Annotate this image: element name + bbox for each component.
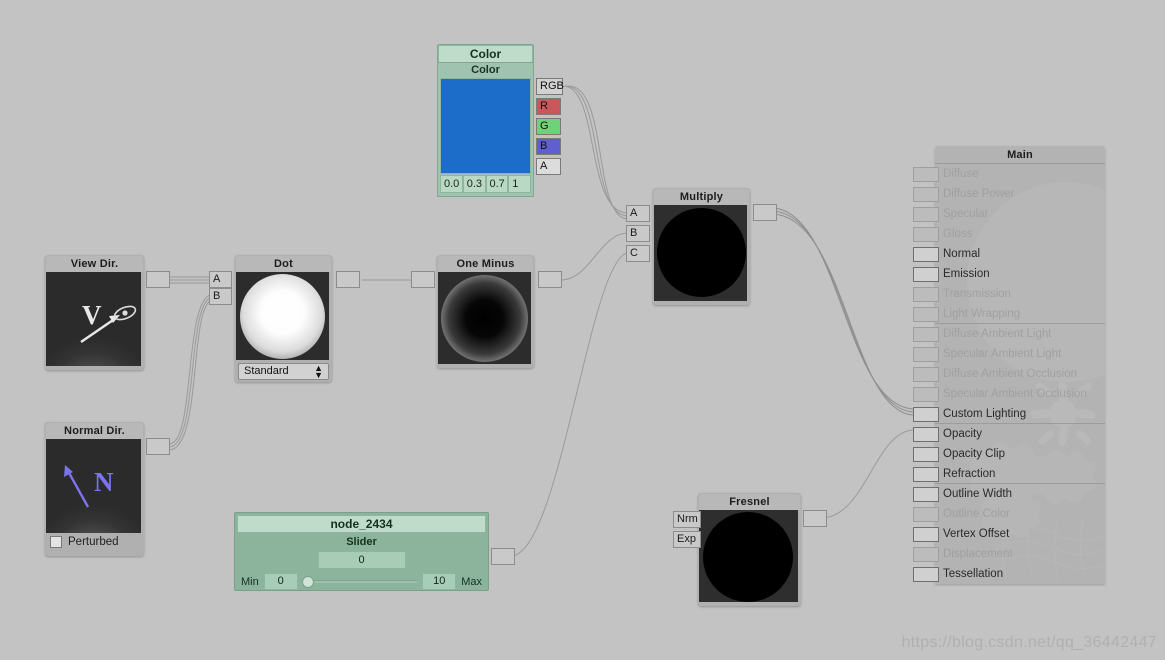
- color-value-g[interactable]: 0.3: [462, 175, 486, 193]
- slider-max-label: Max: [461, 575, 482, 588]
- multiply-input-c[interactable]: C: [626, 245, 650, 262]
- slider-subtitle: Slider: [346, 536, 377, 548]
- normal-dir-node[interactable]: Normal Dir. N Perturbed: [45, 422, 144, 556]
- one-minus-node[interactable]: One Minus: [437, 255, 534, 368]
- view-dir-output-socket[interactable]: [146, 271, 170, 288]
- color-value-r[interactable]: 0.0: [440, 175, 463, 193]
- dot-title: Dot: [236, 256, 331, 272]
- main-row-transmission[interactable]: Transmission: [935, 284, 1105, 304]
- view-dir-preview: V: [46, 272, 141, 366]
- main-node-title: Main: [935, 146, 1105, 164]
- slider-node[interactable]: node_2434 Slider 0 Min 0 10 Max: [234, 512, 489, 591]
- color-value-b[interactable]: 0.7: [485, 175, 509, 193]
- view-dir-node[interactable]: View Dir. V: [45, 255, 144, 370]
- perturbed-label: Perturbed: [68, 536, 119, 548]
- color-output-b[interactable]: B: [536, 138, 561, 155]
- dot-input-a[interactable]: A: [209, 271, 232, 288]
- multiply-input-b[interactable]: B: [626, 225, 650, 242]
- dot-preview: [236, 272, 329, 360]
- slider-output-socket[interactable]: [491, 548, 515, 565]
- main-row-emission[interactable]: Emission: [935, 264, 1105, 284]
- main-row-opacity[interactable]: Opacity: [935, 424, 1105, 444]
- multiply-preview: [654, 205, 747, 301]
- one-minus-title: One Minus: [438, 256, 533, 272]
- dot-node[interactable]: Dot Standard ▲ ▼: [235, 255, 332, 382]
- main-row-displacement[interactable]: Displacement: [935, 544, 1105, 564]
- one-minus-preview: [438, 272, 531, 364]
- perturbed-checkbox-row[interactable]: Perturbed: [46, 533, 143, 548]
- main-row-diffuse[interactable]: Diffuse: [935, 164, 1105, 184]
- view-dir-title: View Dir.: [46, 256, 143, 272]
- one-minus-input-socket[interactable]: [411, 271, 435, 288]
- slider-node-title: node_2434: [237, 515, 486, 533]
- fresnel-output-socket[interactable]: [803, 510, 827, 527]
- multiply-title: Multiply: [654, 189, 749, 205]
- main-row-custom-lighting[interactable]: Custom Lighting: [935, 404, 1105, 424]
- dot-input-b[interactable]: B: [209, 288, 232, 305]
- color-output-rgb[interactable]: RGB: [536, 78, 564, 95]
- color-output-r[interactable]: R: [536, 98, 561, 115]
- multiply-node[interactable]: Multiply: [653, 188, 750, 305]
- main-node[interactable]: Main Diffuse Diffuse Power Specular Glos…: [935, 146, 1105, 584]
- color-output-g[interactable]: G: [536, 118, 561, 135]
- slider-range-row[interactable]: Min 0 10 Max: [235, 569, 488, 590]
- normal-dir-glyph: N: [64, 465, 114, 508]
- dot-mode-dropdown[interactable]: Standard ▲ ▼: [238, 363, 329, 380]
- color-output-a[interactable]: A: [536, 158, 561, 175]
- main-row-outline-color[interactable]: Outline Color: [935, 504, 1105, 524]
- slider-max-field[interactable]: 10: [422, 573, 457, 590]
- normal-dir-preview: N: [46, 439, 141, 533]
- svg-text:V: V: [82, 300, 102, 330]
- svg-text:N: N: [94, 467, 114, 497]
- multiply-output-socket[interactable]: [753, 204, 777, 221]
- slider-handle[interactable]: [301, 576, 314, 588]
- dot-mode-value: Standard: [244, 365, 289, 377]
- one-minus-output-socket[interactable]: [538, 271, 562, 288]
- color-node-body[interactable]: Color 0.0 0.3 0.7 1: [437, 62, 534, 197]
- shader-node-editor-canvas[interactable]: Color Color 0.0 0.3 0.7 1 RGB R G B A Vi…: [0, 0, 1165, 660]
- perturbed-checkbox[interactable]: [50, 536, 62, 548]
- fresnel-title: Fresnel: [699, 494, 800, 510]
- slider-min-label: Min: [241, 575, 259, 588]
- dot-output-socket[interactable]: [336, 271, 360, 288]
- color-swatch[interactable]: [440, 78, 531, 174]
- multiply-input-a[interactable]: A: [626, 205, 650, 222]
- chevron-updown-icon: ▲ ▼: [314, 363, 323, 380]
- slider-value-field[interactable]: 0: [317, 551, 406, 569]
- slider-track[interactable]: [301, 576, 418, 588]
- main-row-specular[interactable]: Specular: [935, 204, 1105, 224]
- color-node-title: Color: [438, 45, 533, 63]
- main-node-rows[interactable]: Diffuse Diffuse Power Specular Gloss Normal E…: [935, 164, 1105, 584]
- color-node-subtitle: Color: [438, 63, 533, 78]
- fresnel-preview: [699, 510, 798, 602]
- fresnel-input-exp[interactable]: Exp: [673, 531, 701, 548]
- main-row-light-wrapping[interactable]: Light Wrapping: [935, 304, 1105, 324]
- slider-min-field[interactable]: 0: [263, 573, 298, 590]
- main-row-gloss[interactable]: Gloss: [935, 224, 1105, 244]
- fresnel-input-nrm[interactable]: Nrm: [673, 511, 701, 528]
- view-dir-glyph: V: [80, 300, 137, 344]
- main-row-specular-ambient-light[interactable]: Specular Ambient Light: [935, 344, 1105, 364]
- main-row-normal[interactable]: Normal: [935, 244, 1105, 264]
- watermark: https://blog.csdn.net/qq_36442447: [901, 634, 1157, 651]
- fresnel-node[interactable]: Fresnel: [698, 493, 801, 606]
- main-row-diffuse-ambient-occlusion[interactable]: Diffuse Ambient Occlusion: [935, 364, 1105, 384]
- main-row-opacity-clip[interactable]: Opacity Clip: [935, 444, 1105, 464]
- main-row-diffuse-power[interactable]: Diffuse Power: [935, 184, 1105, 204]
- main-row-outline-width[interactable]: Outline Width: [935, 484, 1105, 504]
- normal-dir-output-socket[interactable]: [146, 438, 170, 455]
- main-row-specular-ambient-occlusion[interactable]: Specular Ambient Occlusion: [935, 384, 1105, 404]
- color-value-a[interactable]: 1: [508, 175, 531, 193]
- main-row-vertex-offset[interactable]: Vertex Offset: [935, 524, 1105, 544]
- normal-dir-title: Normal Dir.: [46, 423, 143, 439]
- main-row-tessellation[interactable]: Tessellation: [935, 564, 1105, 584]
- main-row-refraction[interactable]: Refraction: [935, 464, 1105, 484]
- main-row-diffuse-ambient-light[interactable]: Diffuse Ambient Light: [935, 324, 1105, 344]
